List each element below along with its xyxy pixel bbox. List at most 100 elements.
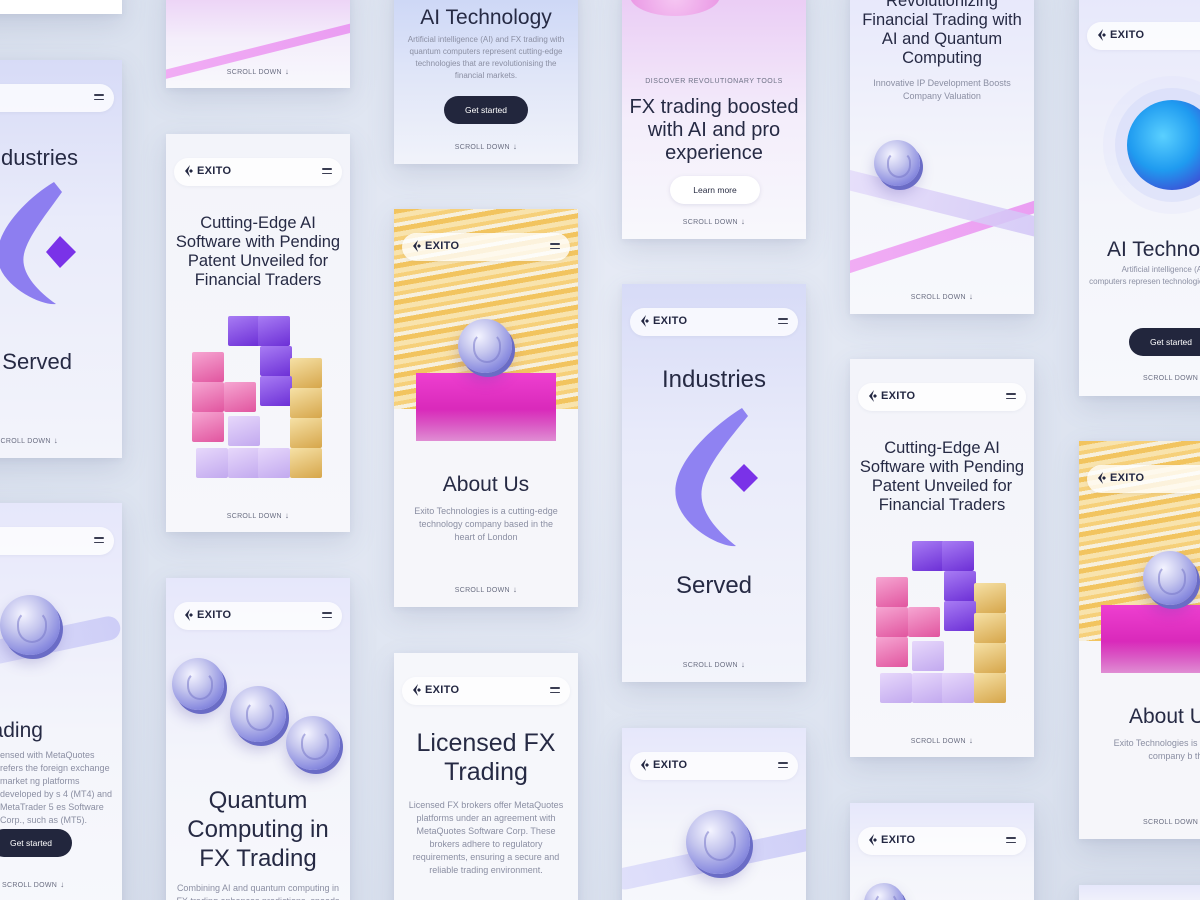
page-body: Licensed FX brokers offer MetaQuotes pla…	[408, 800, 564, 875]
scroll-down-link[interactable]: SCROLL DOWN↓	[850, 292, 1034, 301]
exito-logo[interactable]: EXITO	[868, 390, 915, 402]
navbar	[0, 84, 114, 112]
menu-icon[interactable]	[94, 537, 104, 544]
cube	[228, 448, 260, 478]
scroll-down-link[interactable]: SCROLL DOWN↓	[622, 660, 806, 669]
exito-mark-icon	[869, 834, 877, 846]
screen-bottom-col5: EXITO	[850, 803, 1034, 900]
navbar: EXITO	[402, 677, 570, 705]
exito-3d-logo-icon	[675, 408, 758, 547]
menu-icon[interactable]	[322, 168, 332, 175]
screen-licensed: EXITO Licensed FX Trading Licensed FX br…	[394, 653, 578, 900]
coin-image	[172, 658, 224, 710]
cube	[196, 448, 228, 478]
navbar: EXITO	[1087, 465, 1200, 493]
screen-industries: EXITO Industries Served SCROLL DOWN ↓	[622, 284, 806, 682]
cube	[876, 637, 908, 667]
screen-industries-left: dustries Served SCROLL DOWN ↓	[0, 60, 122, 458]
exito-mark-icon	[869, 390, 877, 402]
coin-image	[230, 686, 286, 742]
page-title: Quantum Computing in FX Trading	[187, 787, 329, 872]
screen-top-col2: SCROLL DOWN ↓	[166, 0, 350, 88]
cube	[944, 601, 976, 631]
cube	[224, 382, 256, 412]
menu-icon[interactable]	[550, 243, 560, 250]
scroll-down-link[interactable]: SCROLL DOWN↓	[166, 511, 350, 520]
scroll-down-link[interactable]: SCROLL DOWN↓	[166, 67, 350, 76]
menu-icon[interactable]	[778, 762, 788, 769]
exito-logo[interactable]: EXITO	[868, 834, 915, 846]
exito-logo[interactable]: EXITO	[640, 315, 687, 327]
screen-ai-tech-right: EXITO AI Technol Artificial intelligence…	[1079, 0, 1200, 396]
cube	[908, 607, 940, 637]
cube	[192, 352, 224, 382]
menu-icon[interactable]	[94, 94, 104, 101]
scroll-down-link[interactable]: SCROLL DOWN↓	[394, 585, 578, 594]
exito-logo[interactable]: EXITO	[1097, 29, 1144, 41]
coin-image	[864, 883, 904, 900]
get-started-button[interactable]: Get started	[0, 829, 72, 857]
page-subtitle: Served	[675, 572, 753, 599]
get-started-button[interactable]: Get started	[1129, 328, 1200, 356]
exito-mark-icon	[185, 165, 193, 177]
page-body: Artificial intelligence (AI) and FX trad…	[407, 35, 565, 80]
image-fade	[1079, 641, 1200, 701]
exito-logo[interactable]: EXITO	[412, 684, 459, 696]
exito-logo[interactable]: EXITO	[1097, 472, 1144, 484]
page-title: FX trading boosted with AI and pro exper…	[629, 96, 799, 164]
exito-mark-icon	[641, 759, 649, 771]
exito-mark-icon	[641, 315, 649, 327]
cube	[876, 577, 908, 607]
scroll-down-link[interactable]: SCROLL DOWN↓	[1143, 373, 1200, 382]
screen-trading-left: X Trading ensed with MetaQuotes refers t…	[0, 503, 122, 900]
learn-more-button[interactable]: Learn more	[670, 176, 760, 204]
exito-logo[interactable]: EXITO	[184, 165, 231, 177]
get-started-button[interactable]: Get started	[444, 96, 528, 124]
scroll-down-link[interactable]: SCROLL DOWN↓	[622, 217, 806, 226]
scroll-down-link[interactable]: SCROLL DOWN↓	[0, 436, 58, 445]
screen-about-right: EXITO About U Exito Technologies is a cu…	[1079, 441, 1200, 839]
cube	[290, 358, 322, 388]
exito-logo[interactable]: EXITO	[640, 759, 687, 771]
page-body: Exito Technologies is a cu technology co…	[1113, 738, 1200, 761]
exito-mark-icon	[1098, 29, 1106, 41]
menu-icon[interactable]	[322, 612, 332, 619]
page-title: Cutting-Edge AI Software with Pending Pa…	[175, 214, 341, 289]
scroll-down-link[interactable]: SCROLL DOWN↓	[1143, 817, 1200, 826]
screen-about-us: EXITO About Us Exito Technologies is a c…	[394, 209, 578, 607]
navbar: EXITO	[630, 308, 798, 336]
exito-logo[interactable]: EXITO	[412, 240, 459, 252]
cube	[290, 448, 322, 478]
navbar: EXITO	[402, 233, 570, 261]
screen-quantum: EXITO Quantum Computing in FX Trading Co…	[166, 578, 350, 900]
menu-icon[interactable]	[778, 318, 788, 325]
navbar	[0, 527, 114, 555]
page-title: Licensed FX Trading	[416, 729, 556, 786]
page-title: Cutting-Edge AI Software with Pending Pa…	[859, 439, 1025, 514]
pink-coin-image	[630, 0, 720, 16]
menu-icon[interactable]	[1006, 393, 1016, 400]
cube	[912, 541, 944, 571]
screen-top-left	[0, 0, 122, 14]
exito-logo[interactable]: EXITO	[184, 609, 231, 621]
navbar: EXITO	[174, 602, 342, 630]
cube	[912, 673, 944, 703]
menu-icon[interactable]	[1006, 837, 1016, 844]
cube	[942, 673, 974, 703]
scroll-down-link[interactable]: SCROLL DOWN↓	[850, 736, 1034, 745]
scroll-down-link[interactable]: SCROLL DOWN↓	[394, 142, 578, 151]
page-body: ensed with MetaQuotes refers the foreign…	[0, 750, 113, 825]
cube	[192, 412, 224, 442]
page-title: X Trading	[0, 719, 43, 742]
cube	[258, 448, 290, 478]
screen-revolutionizing: Revolutionizing Financial Trading with A…	[850, 0, 1034, 314]
page-eyebrow: DISCOVER REVOLUTIONARY TOOLS	[645, 78, 783, 85]
decor-ribbon	[850, 168, 1034, 240]
page-title: AI Technology	[420, 6, 552, 29]
menu-icon[interactable]	[550, 687, 560, 694]
navbar: EXITO	[858, 383, 1026, 411]
scroll-down-link[interactable]: SCROLL DOWN↓	[2, 880, 122, 889]
cubes-illustration	[192, 316, 324, 484]
navbar: EXITO	[858, 827, 1026, 855]
coin-image	[874, 140, 920, 186]
